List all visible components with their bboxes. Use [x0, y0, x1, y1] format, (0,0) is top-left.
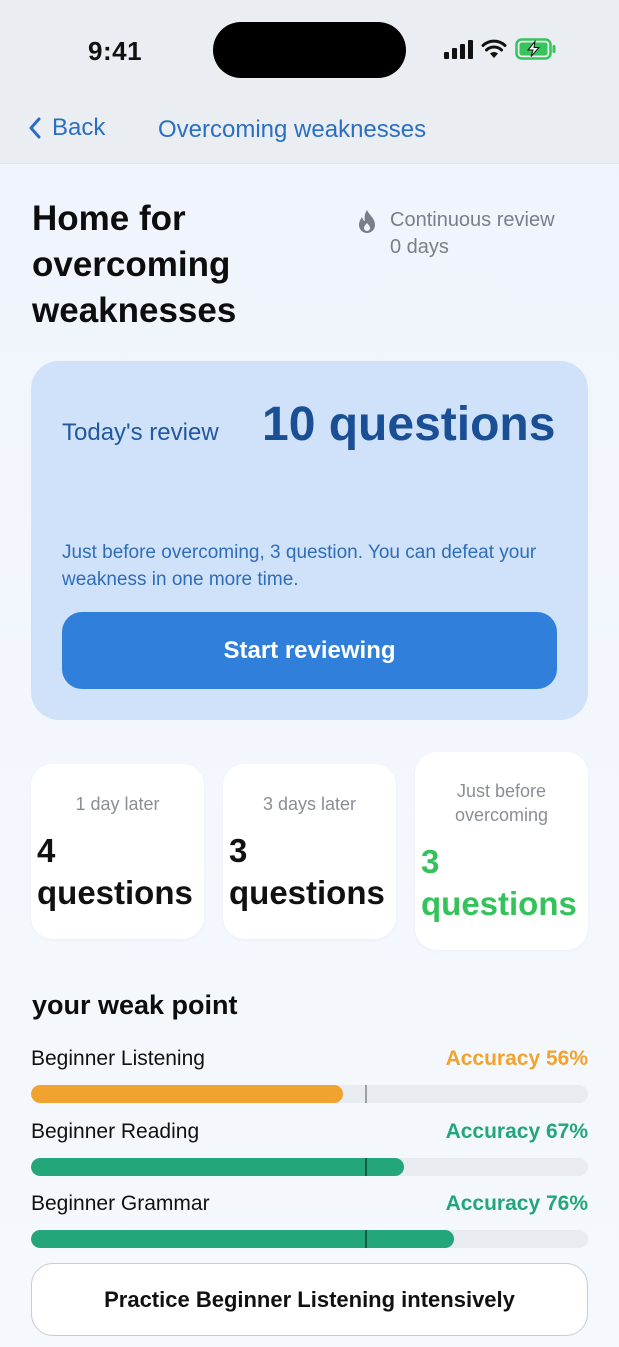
cellular-signal-icon — [444, 39, 473, 59]
page-title: Home for overcoming weaknesses — [32, 199, 237, 330]
status-bar: 9:41 — [0, 0, 619, 100]
navigation-bar: Back Overcoming weaknesses — [0, 100, 619, 164]
streak-label: Continuous review — [390, 209, 555, 231]
target-marker — [365, 1158, 368, 1176]
streak-indicator: Continuous review 0 days — [356, 207, 555, 261]
back-label: Back — [52, 114, 106, 141]
review-label: Today's review — [62, 419, 219, 446]
accuracy-bar-fill — [31, 1158, 405, 1176]
stat-label: 3 days later — [262, 794, 357, 814]
streak-value: 0 days — [390, 236, 449, 258]
stat-label: 1 day later — [75, 794, 160, 814]
stat-value: 3 questions — [421, 843, 577, 922]
review-count: 10 questions — [262, 398, 556, 451]
stat-label: Just before overcoming — [454, 781, 549, 825]
stat-card-just-before[interactable]: Just before overcoming 3 questions — [415, 752, 588, 950]
stat-value: 4 questions — [37, 832, 193, 911]
weak-points-title: your weak point — [32, 990, 238, 1020]
accuracy-bar-fill — [31, 1230, 455, 1248]
stat-value: 3 questions — [229, 832, 385, 911]
practice-intensively-button[interactable]: Practice Beginner Listening intensively — [31, 1263, 588, 1336]
target-marker — [365, 1230, 368, 1248]
stat-card-1-day[interactable]: 1 day later 4 questions — [31, 764, 204, 939]
nav-title: Overcoming weaknesses — [158, 116, 427, 143]
accuracy-bar-fill — [31, 1085, 343, 1103]
weak-point-name: Beginner Listening — [31, 1047, 205, 1070]
weak-point-accuracy: Accuracy 56% — [445, 1047, 588, 1070]
accuracy-bar — [31, 1085, 588, 1103]
stat-card-3-days[interactable]: 3 days later 3 questions — [223, 764, 396, 939]
target-marker — [365, 1085, 368, 1103]
weak-point-accuracy: Accuracy 67% — [445, 1120, 588, 1143]
accuracy-bar — [31, 1230, 588, 1248]
chevron-left-icon — [29, 117, 41, 139]
wifi-icon — [481, 39, 507, 59]
todays-review-card: Today's review 10 questions Just before … — [31, 361, 588, 720]
weak-point-accuracy: Accuracy 76% — [445, 1192, 588, 1215]
status-time: 9:41 — [88, 36, 143, 66]
accuracy-bar — [31, 1158, 588, 1176]
review-description: Just before overcoming, 3 question. You … — [62, 542, 537, 590]
dynamic-island — [213, 22, 406, 78]
weak-point-name: Beginner Reading — [31, 1120, 200, 1143]
battery-charging-icon — [515, 38, 557, 60]
flame-icon — [359, 210, 375, 233]
status-icons — [444, 38, 557, 60]
start-reviewing-button[interactable]: Start reviewing — [62, 612, 557, 689]
weak-point-name: Beginner Grammar — [31, 1192, 210, 1215]
back-button[interactable]: Back — [28, 114, 105, 142]
